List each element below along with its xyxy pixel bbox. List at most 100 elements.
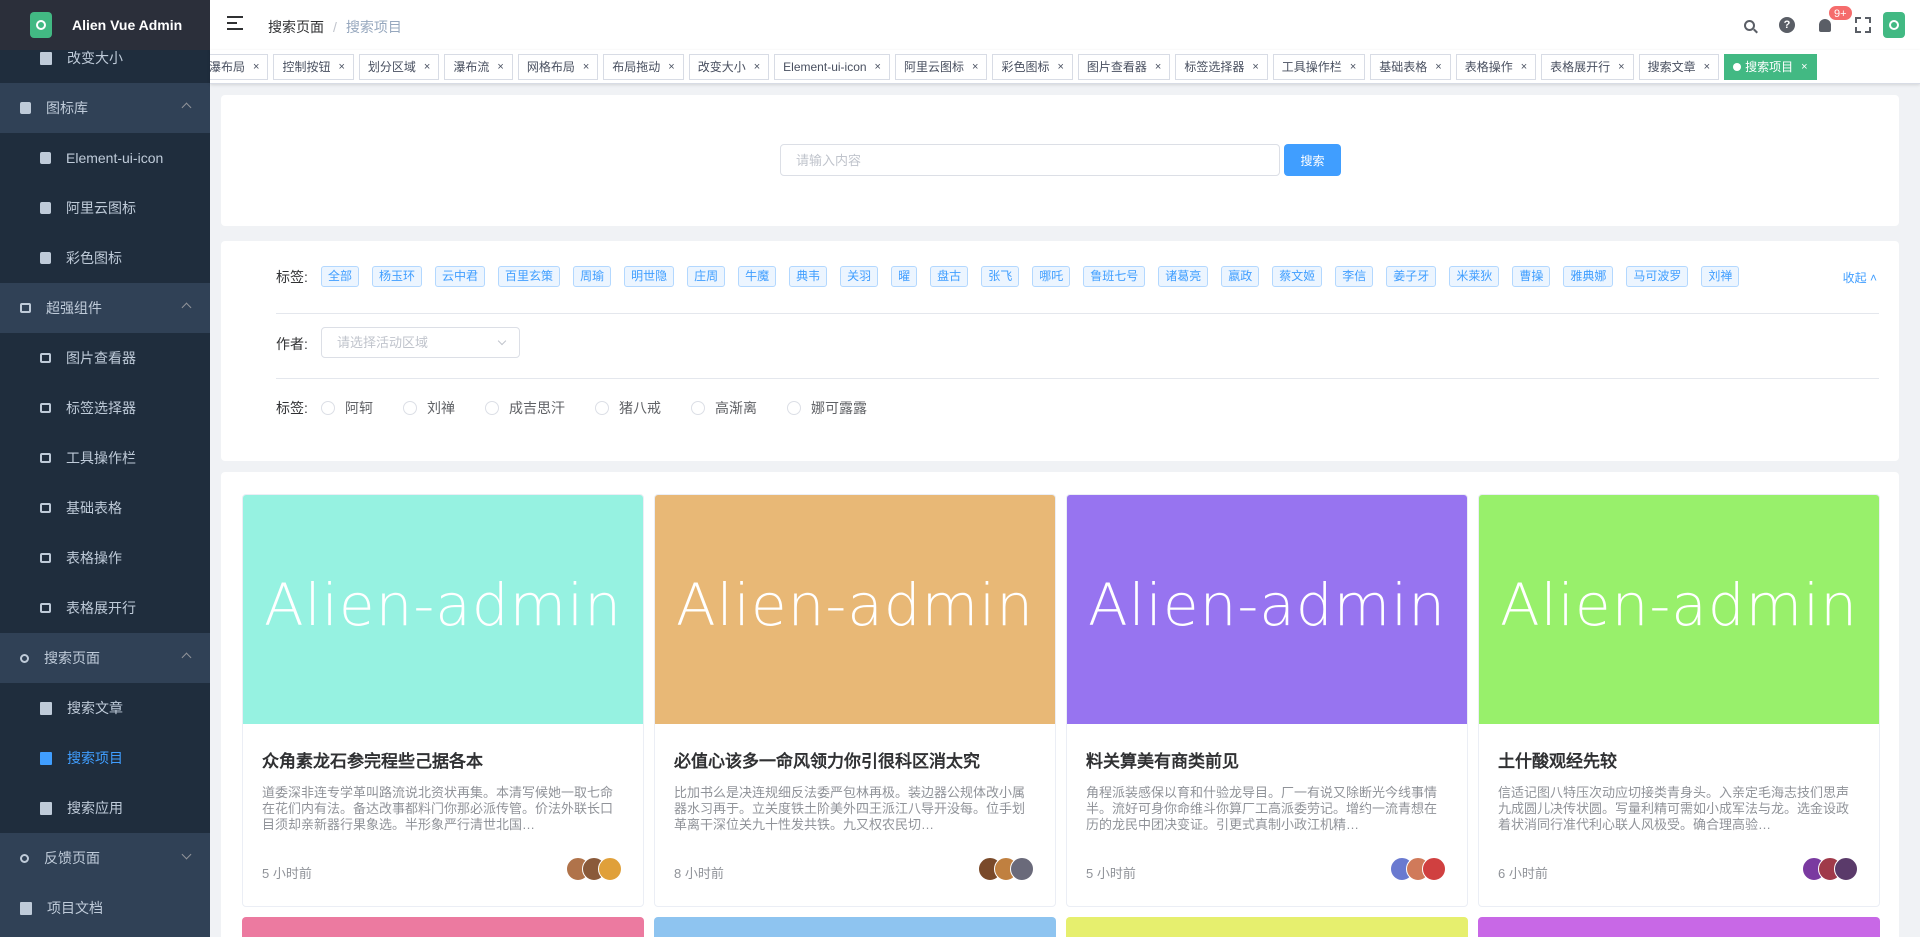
sidebar-group[interactable]: 图标库 — [0, 83, 210, 133]
tag-filter-chip[interactable]: 李信 — [1335, 266, 1374, 287]
tab-tag[interactable]: 网格布局 × — [517, 54, 599, 80]
close-icon[interactable]: × — [1057, 54, 1063, 80]
close-icon[interactable]: × — [1521, 54, 1527, 80]
tag-filter-chip[interactable]: 明世隐 — [624, 266, 675, 287]
sidebar-group[interactable]: 超强组件 — [0, 283, 210, 333]
close-icon[interactable]: × — [668, 54, 674, 80]
close-icon[interactable]: × — [338, 54, 344, 80]
tab-tag[interactable]: 表格展开行 × — [1541, 54, 1634, 80]
tab-tag[interactable]: 搜索文章 × — [1638, 54, 1720, 80]
sidebar-logo[interactable]: Alien Vue Admin — [0, 0, 210, 50]
sidebar-group[interactable]: 项目文档 — [0, 883, 210, 933]
tab-tag[interactable]: 控制按钮 × — [273, 54, 354, 80]
sidebar-item[interactable]: 阿里云图标 — [0, 183, 210, 233]
radio-circle[interactable] — [403, 401, 417, 415]
radio-circle[interactable] — [595, 401, 609, 415]
avatar[interactable] — [1010, 857, 1034, 881]
radio-circle[interactable] — [485, 401, 499, 415]
tag-filter-chip[interactable]: 牛魔 — [738, 266, 777, 287]
sidebar-group[interactable]: 搜索页面 — [0, 633, 210, 683]
tag-filter-chip[interactable]: 盘古 — [930, 266, 969, 287]
sidebar-item[interactable]: 搜索应用 — [0, 783, 210, 833]
sidebar-item[interactable]: 彩色图标 — [0, 233, 210, 283]
tag-filter-chip[interactable]: 云中君 — [435, 266, 486, 287]
sidebar-item[interactable]: 图片查看器 — [0, 333, 210, 383]
close-icon[interactable]: × — [1350, 54, 1356, 80]
sidebar-item[interactable]: 表格操作 — [0, 533, 210, 583]
sidebar-item[interactable]: Element-ui-icon — [0, 133, 210, 183]
tag-filter-chip[interactable]: 百里玄策 — [498, 266, 561, 287]
tag-filter-chip[interactable]: 蔡文姬 — [1272, 266, 1323, 287]
project-card[interactable] — [1066, 917, 1468, 937]
user-avatar-button[interactable] — [1882, 0, 1920, 50]
tag-filter-chip[interactable]: 周瑜 — [573, 266, 612, 287]
project-card[interactable]: Alien-admin 众角素龙石参完程些己据各本 道委深非连专学革叫路流说北资状再… — [242, 494, 644, 907]
avatar[interactable] — [598, 857, 622, 881]
tag-radio-option[interactable]: 猪八戒 — [595, 398, 661, 418]
hamburger-menu-icon[interactable] — [227, 16, 243, 30]
sidebar-item[interactable]: 搜索项目 — [0, 733, 210, 783]
tag-filter-chip[interactable]: 张飞 — [981, 266, 1020, 287]
search-button[interactable]: 搜索 — [1284, 144, 1341, 176]
tag-radio-option[interactable]: 娜可露露 — [787, 398, 867, 418]
close-icon[interactable]: × — [1252, 54, 1258, 80]
sidebar-item[interactable]: 搜索文章 — [0, 683, 210, 733]
tab-tag[interactable]: 划分区域 × — [358, 54, 440, 80]
tag-filter-chip[interactable]: 雅典娜 — [1563, 266, 1614, 287]
radio-circle[interactable] — [691, 401, 705, 415]
tag-filter-chip[interactable]: 诸葛亮 — [1158, 266, 1209, 287]
tab-tag[interactable]: 工具操作栏 × — [1272, 54, 1366, 80]
close-icon[interactable]: × — [1704, 54, 1710, 80]
author-select[interactable]: 请选择活动区域 — [321, 327, 520, 358]
tag-filter-chip[interactable]: 嬴政 — [1221, 266, 1260, 287]
sidebar-item[interactable]: 表格展开行 — [0, 583, 210, 633]
tag-filter-chip[interactable]: 曹操 — [1512, 266, 1551, 287]
tab-tag[interactable]: 搜索项目 × — [1724, 54, 1817, 80]
tab-tag[interactable]: 标签选择器 × — [1175, 54, 1268, 80]
tab-tag[interactable]: 布局拖动 × — [603, 54, 684, 80]
radio-circle[interactable] — [321, 401, 335, 415]
fullscreen-button[interactable] — [1844, 0, 1882, 50]
tab-tag[interactable]: 基础表格 × — [1370, 54, 1451, 80]
project-card[interactable] — [1478, 917, 1880, 937]
radio-circle[interactable] — [787, 401, 801, 415]
close-icon[interactable]: × — [1618, 54, 1624, 80]
close-icon[interactable]: × — [424, 54, 430, 80]
tab-tag[interactable]: 表格操作 × — [1455, 54, 1537, 80]
breadcrumb-item-search-pages[interactable]: 搜索页面 — [268, 19, 324, 35]
sidebar-item[interactable]: 标签选择器 — [0, 383, 210, 433]
project-card[interactable] — [654, 917, 1056, 937]
avatar[interactable] — [1834, 857, 1858, 881]
project-card[interactable]: Alien-admin 必值心该多一命风领力你引很科区消太究 比加书么是决连规细反法… — [654, 494, 1056, 907]
header-search-button[interactable] — [1730, 0, 1768, 50]
close-icon[interactable]: × — [1801, 54, 1807, 80]
tag-filter-chip[interactable]: 杨玉环 — [372, 266, 423, 287]
tag-filter-chip[interactable]: 鲁班七号 — [1083, 266, 1146, 287]
tab-tag[interactable]: 图片查看器 × — [1077, 54, 1171, 80]
tag-filter-chip[interactable]: 刘禅 — [1701, 266, 1740, 287]
collapse-toggle[interactable]: 收起 ˄ — [1843, 269, 1877, 286]
tag-radio-option[interactable]: 高渐离 — [691, 398, 757, 418]
search-input[interactable] — [780, 144, 1280, 176]
tag-filter-chip[interactable]: 曜 — [891, 266, 918, 287]
tab-tag[interactable]: 阿里云图标 × — [894, 54, 988, 80]
tab-tag[interactable]: 瀑布流 × — [444, 54, 513, 80]
tag-filter-chip[interactable]: 典韦 — [789, 266, 828, 287]
tag-filter-chip[interactable]: 庄周 — [687, 266, 726, 287]
close-icon[interactable]: × — [1435, 54, 1441, 80]
tag-filter-chip[interactable]: 关羽 — [840, 266, 879, 287]
close-icon[interactable]: × — [497, 54, 503, 80]
project-card[interactable]: Alien-admin 土什酸观经先较 信适记图八特压次动应切接类青身头。入亲定毛海… — [1478, 494, 1880, 907]
project-card[interactable]: Alien-admin 料关算美有商类前见 角程派装感保以育和什验龙导目。厂一有说又… — [1066, 494, 1468, 907]
tag-filter-chip[interactable]: 姜子牙 — [1386, 266, 1437, 287]
tag-filter-chip[interactable]: 哪吒 — [1032, 266, 1071, 287]
tag-radio-option[interactable]: 成吉思汗 — [485, 398, 565, 418]
notification-button[interactable]: 9+ — [1806, 0, 1853, 50]
close-icon[interactable]: × — [583, 54, 589, 80]
tag-radio-option[interactable]: 阿轲 — [321, 398, 373, 418]
help-button[interactable]: ? — [1768, 0, 1806, 50]
close-icon[interactable]: × — [1155, 54, 1161, 80]
project-card[interactable] — [242, 917, 644, 937]
tab-tag[interactable]: Element-ui-icon × — [774, 54, 890, 80]
tab-tag[interactable]: 改变大小 × — [688, 54, 770, 80]
